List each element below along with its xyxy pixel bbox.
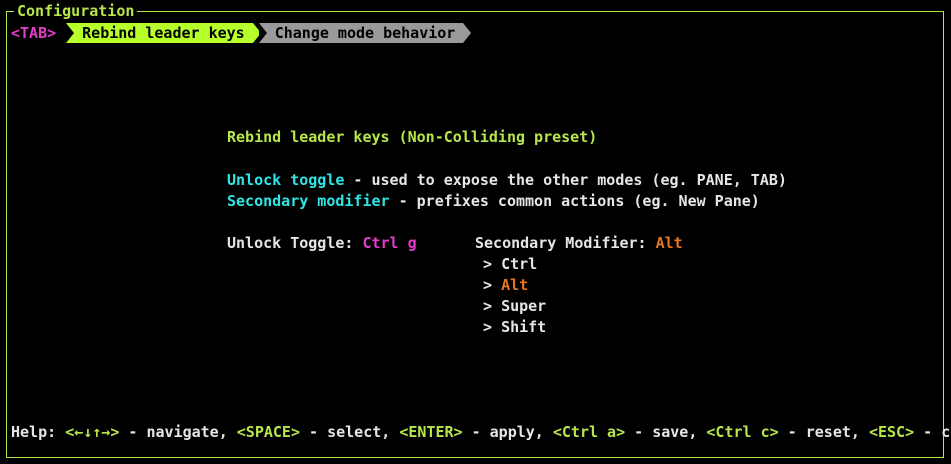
unlock-toggle-label: Unlock Toggle:: [227, 234, 363, 252]
help-key-apply: <ENTER>: [399, 423, 463, 441]
help-text: - apply,: [462, 423, 553, 441]
secondary-modifier-value: Alt: [655, 234, 683, 252]
help-key-navigate: <←↓↑→>: [65, 423, 120, 441]
option-prefix: >: [483, 318, 502, 336]
option-prefix: >: [483, 276, 502, 294]
description-unlock-toggle: Unlock toggle - used to expose the other…: [227, 170, 787, 191]
option-label: Shift: [501, 318, 547, 336]
secondary-modifier-setting: Secondary Modifier: Alt: [475, 233, 683, 254]
modifier-option-shift[interactable]: > Shift: [483, 317, 546, 338]
help-key-reset: <Ctrl c>: [706, 423, 779, 441]
help-text: - reset,: [778, 423, 869, 441]
tab-change-mode-behavior[interactable]: Change mode behavior: [258, 23, 471, 43]
description-term: Unlock toggle: [227, 171, 345, 189]
description-term: Secondary modifier: [227, 192, 390, 210]
option-label: Alt: [501, 276, 529, 294]
secondary-modifier-label: Secondary Modifier:: [475, 234, 656, 252]
option-prefix: >: [483, 255, 502, 273]
description-text: - used to expose the other modes (eg. PA…: [344, 171, 787, 189]
unlock-toggle-value: Ctrl g: [362, 234, 417, 252]
help-text: - close: [923, 423, 951, 441]
tab-rebind-leader-keys[interactable]: Rebind leader keys: [66, 23, 261, 43]
unlock-toggle-setting[interactable]: Unlock Toggle: Ctrl g: [227, 233, 417, 254]
help-key-select: <SPACE>: [236, 423, 300, 441]
tab-label: Change mode behavior: [274, 24, 456, 42]
modifier-option-alt[interactable]: > Alt: [483, 275, 528, 296]
option-label: Super: [501, 297, 547, 315]
help-key-close: <ESC>: [868, 423, 915, 441]
help-text: - navigate,: [119, 423, 237, 441]
help-text: - save,: [625, 423, 707, 441]
tab-key-hint: <TAB>: [11, 24, 57, 42]
help-bar: Help: <←↓↑→> - navigate, <SPACE> - selec…: [11, 422, 951, 443]
modifier-option-ctrl[interactable]: > Ctrl: [483, 254, 537, 275]
description-text: - prefixes common actions (eg. New Pane): [389, 192, 760, 210]
description-secondary-modifier: Secondary modifier - prefixes common act…: [227, 191, 760, 212]
section-heading: Rebind leader keys (Non-Colliding preset…: [227, 128, 598, 146]
tab-label: Rebind leader keys: [82, 24, 245, 42]
help-label: Help:: [11, 423, 66, 441]
modifier-option-super[interactable]: > Super: [483, 296, 546, 317]
tab-bar: <TAB> Rebind leader keys Change mode beh…: [11, 23, 471, 43]
option-label: Ctrl: [501, 255, 538, 273]
help-key-save: <Ctrl a>: [552, 423, 626, 441]
window-title: Configuration: [14, 2, 138, 20]
help-text: - select,: [300, 423, 400, 441]
option-prefix: >: [483, 297, 502, 315]
